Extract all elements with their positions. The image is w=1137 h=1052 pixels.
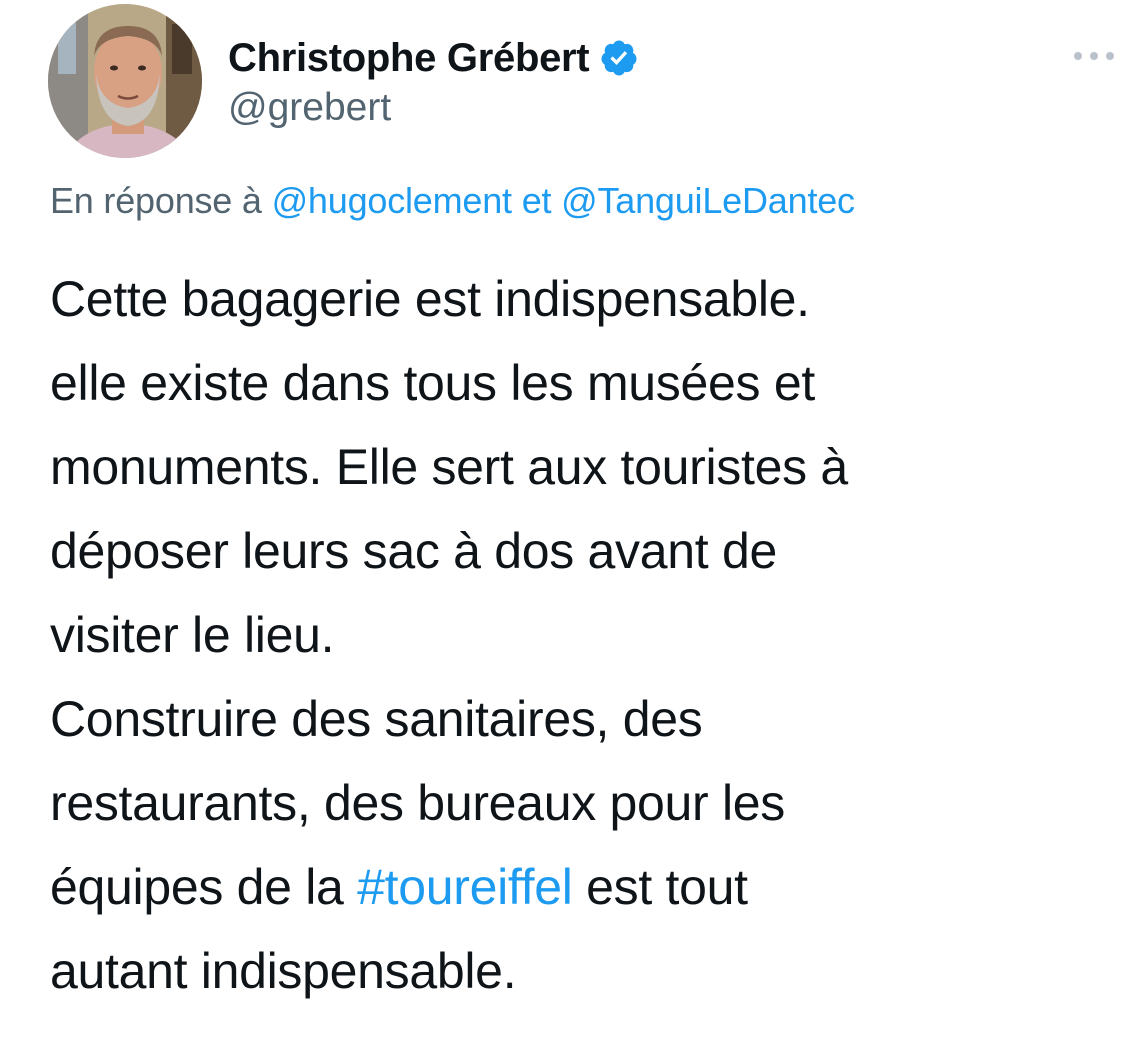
- hashtag-toureiffel[interactable]: #toureiffel: [357, 859, 573, 915]
- verified-badge-icon: [599, 38, 639, 78]
- author-display-name[interactable]: Christophe Grébert: [228, 36, 590, 81]
- reply-mention-hugoclement[interactable]: @hugoclement: [272, 180, 512, 221]
- tweet-text-line: Construire des sanitaires, des: [50, 691, 703, 747]
- avatar-image: [48, 4, 202, 158]
- tweet-text-line: monuments. Elle sert aux touristes à: [50, 439, 848, 495]
- tweet-text-line: Cette bagagerie est indispensable.: [50, 271, 810, 327]
- author-row: Christophe Grébert: [228, 30, 639, 86]
- tweet-text-line: elle existe dans tous les musées et: [50, 355, 815, 411]
- tweet-text-segment: est tout: [586, 859, 748, 915]
- reply-conjunction: et: [521, 180, 552, 221]
- avatar[interactable]: [48, 4, 202, 158]
- more-options-icon[interactable]: [1070, 42, 1118, 70]
- tweet-text-line-with-hashtag: équipes de la #toureiffel est tout: [50, 845, 1120, 929]
- tweet: Christophe Grébert @grebert En réponse à…: [0, 0, 1137, 1052]
- tweet-text-line: restaurants, des bureaux pour les: [50, 775, 785, 831]
- tweet-text-line: visiter le lieu.: [50, 607, 335, 663]
- tweet-text-line: autant indispensable.: [50, 943, 517, 999]
- reply-prefix: En réponse à: [50, 180, 262, 221]
- reply-context: En réponse à @hugoclement et @TanguiLeDa…: [50, 180, 855, 222]
- reply-mention-tanguiledantec[interactable]: @TanguiLeDantec: [561, 180, 855, 221]
- author-handle[interactable]: @grebert: [228, 86, 391, 130]
- tweet-text-line: déposer leurs sac à dos avant de: [50, 523, 777, 579]
- tweet-text: Cette bagagerie est indispensable. elle …: [50, 257, 1120, 1013]
- tweet-text-segment: équipes de la: [50, 859, 344, 915]
